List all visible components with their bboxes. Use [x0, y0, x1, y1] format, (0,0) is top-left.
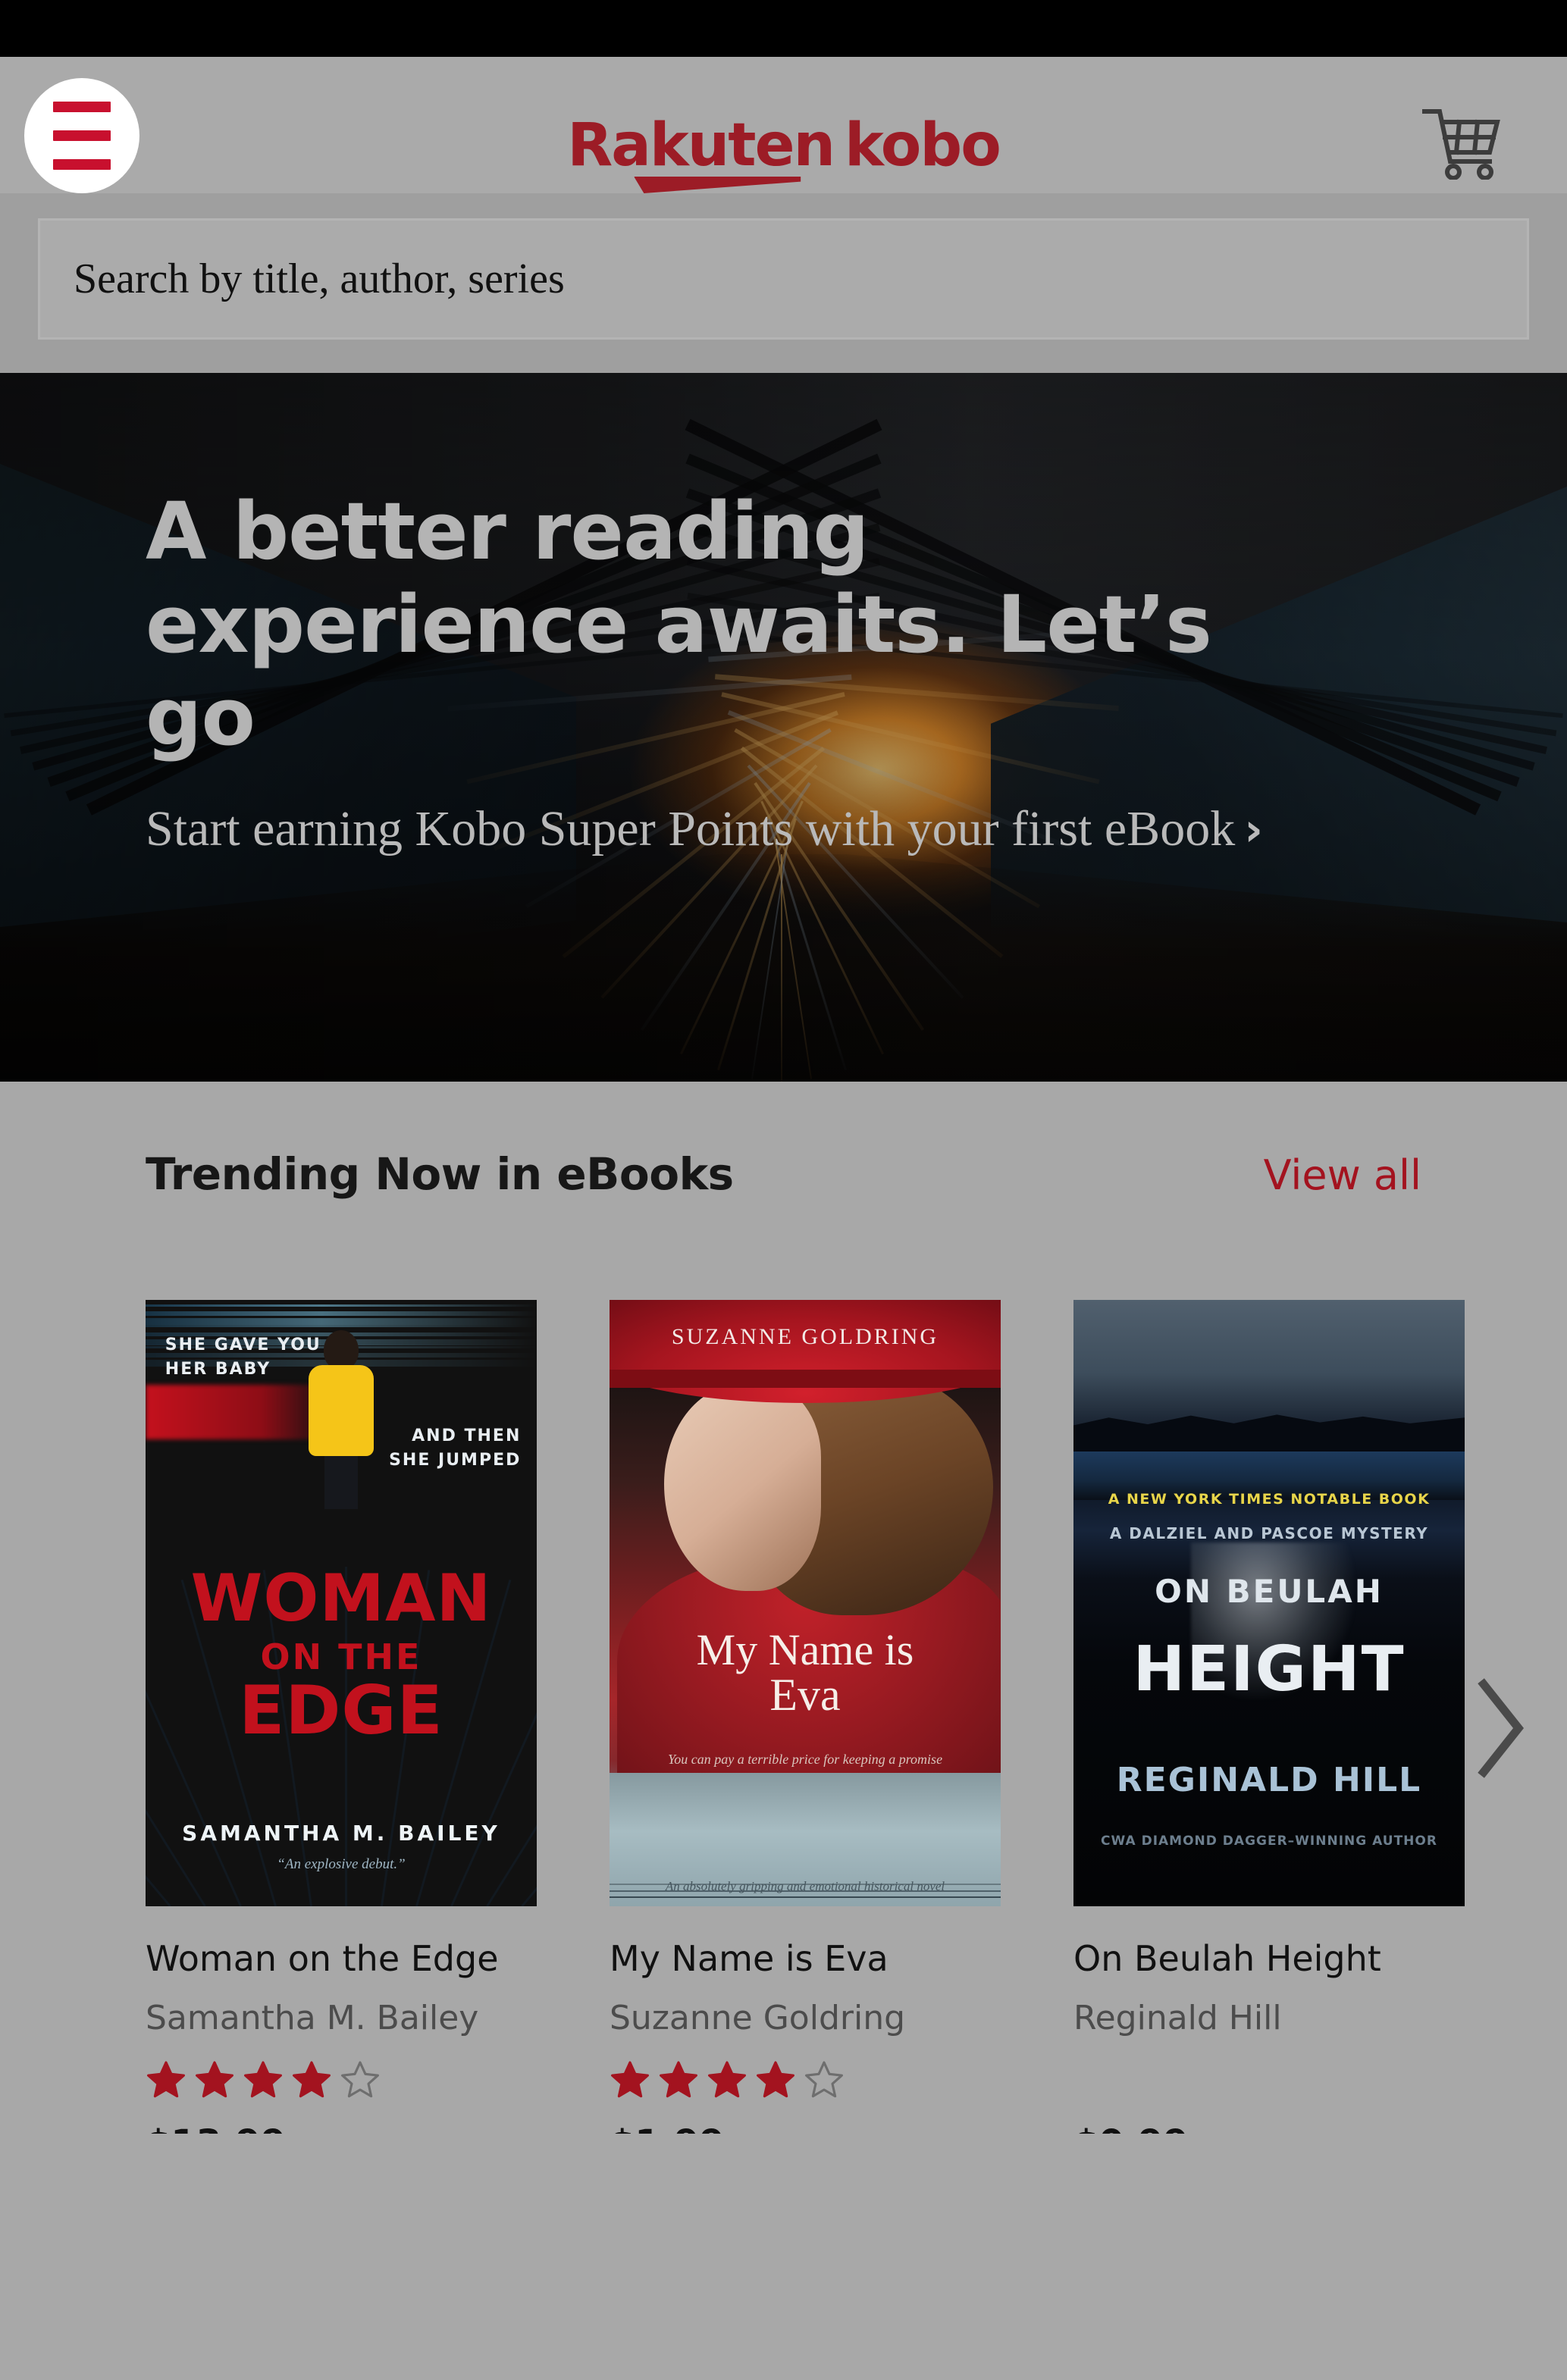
- hero-subtitle: Start earning Kobo Super Points with you…: [146, 796, 1328, 862]
- hero-copy: A better reading experience awaits. Let’…: [146, 485, 1328, 862]
- section-title: Trending Now in eBooks: [146, 1148, 734, 1200]
- shopping-cart-icon[interactable]: [1420, 104, 1503, 180]
- book-card[interactable]: SHE GAVE YOU HER BABY AND THEN SHE JUMPED WO…: [146, 1300, 537, 2134]
- hamburger-menu-icon[interactable]: [24, 78, 139, 193]
- hero-subtitle-text: Start earning Kobo Super Points with you…: [146, 801, 1236, 857]
- book-rating-stars: [610, 2057, 1001, 2103]
- brand-logo[interactable]: Rakuten kobo: [567, 116, 1001, 193]
- trending-section: Trending Now in eBooks View all SHE GAVE…: [0, 1082, 1567, 2380]
- book-rating-stars: [146, 2057, 537, 2103]
- book-meta: Woman on the Edge Samantha M. Bailey $13.9…: [146, 1906, 537, 2134]
- book-title[interactable]: On Beulah Height: [1073, 1938, 1465, 1979]
- brand-wordmark: Rakuten kobo: [567, 116, 1001, 175]
- book-author[interactable]: Samantha M. Bailey: [146, 1999, 537, 2037]
- book-price: $13.99: [146, 2122, 537, 2134]
- app-header: Rakuten kobo: [0, 57, 1567, 193]
- chevron-right-icon: ›: [1244, 803, 1263, 857]
- brand-swoosh-icon: [634, 177, 801, 193]
- search-section: Search by title, author, series: [0, 193, 1567, 373]
- brand-rakuten: Rakuten: [567, 111, 835, 180]
- menu-bar-1: [53, 102, 111, 112]
- search-input[interactable]: Search by title, author, series: [38, 218, 1529, 340]
- book-author[interactable]: Suzanne Goldring: [610, 1999, 1001, 2037]
- book-cover-image[interactable]: SUZANNE GOLDRING My Name is Eva You can pay…: [610, 1300, 1001, 1906]
- book-meta: On Beulah Height Reginald Hill $0.99: [1073, 1906, 1465, 2134]
- status-bar: [0, 0, 1567, 57]
- book-author[interactable]: Reginald Hill: [1073, 1999, 1465, 2037]
- book-card[interactable]: A NEW YORK TIMES NOTABLE BOOK A DALZIEL A…: [1073, 1300, 1465, 2134]
- brand-kobo: kobo: [845, 111, 1001, 180]
- book-carousel[interactable]: SHE GAVE YOU HER BABY AND THEN SHE JUMPED WO…: [146, 1300, 1567, 2134]
- book-price: $1.99: [610, 2122, 1001, 2134]
- carousel-next-button[interactable]: [1452, 1652, 1550, 1804]
- view-all-link[interactable]: View all: [1264, 1151, 1421, 1199]
- kobo-store-page: Rakuten kobo Search by title, author, ser…: [0, 0, 1567, 2380]
- book-title[interactable]: Woman on the Edge: [146, 1938, 537, 1979]
- book-cover-image[interactable]: SHE GAVE YOU HER BABY AND THEN SHE JUMPED WO…: [146, 1300, 537, 1906]
- carousel-track: SHE GAVE YOU HER BABY AND THEN SHE JUMPED WO…: [146, 1300, 1567, 2134]
- book-card[interactable]: SUZANNE GOLDRING My Name is Eva You can pay…: [610, 1300, 1001, 2134]
- hero-banner[interactable]: A better reading experience awaits. Let’…: [0, 373, 1567, 1082]
- book-title[interactable]: My Name is Eva: [610, 1938, 1001, 1979]
- hero-title: A better reading experience awaits. Let’…: [146, 485, 1212, 764]
- book-price: $0.99: [1073, 2122, 1465, 2134]
- book-cover-image[interactable]: A NEW YORK TIMES NOTABLE BOOK A DALZIEL A…: [1073, 1300, 1465, 1906]
- book-rating-stars: [1073, 2057, 1465, 2103]
- menu-bar-2: [53, 130, 111, 141]
- trending-header: Trending Now in eBooks View all: [146, 1148, 1421, 1200]
- book-meta: My Name is Eva Suzanne Goldring $1.99: [610, 1906, 1001, 2134]
- menu-bar-3: [53, 159, 111, 170]
